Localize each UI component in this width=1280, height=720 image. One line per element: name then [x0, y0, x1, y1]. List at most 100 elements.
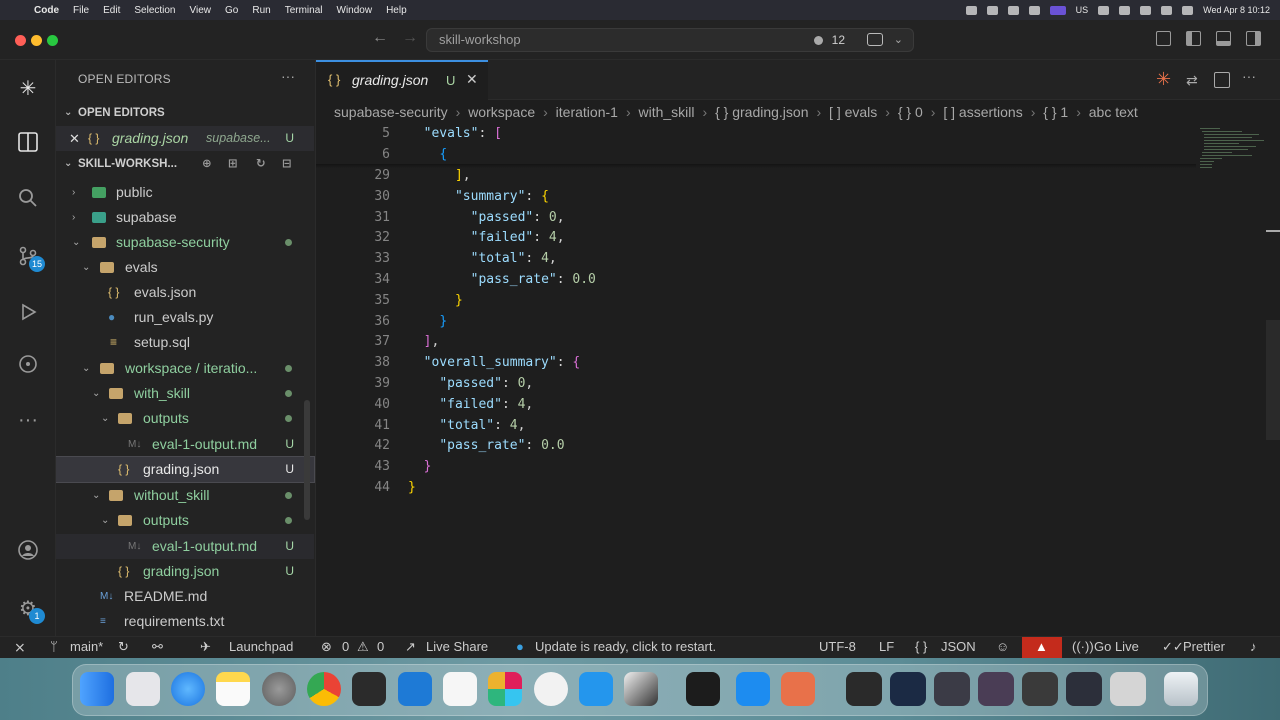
new-file-icon[interactable]: ⊕ [202, 153, 212, 175]
status-tray-icon[interactable] [986, 5, 998, 15]
open-editor-item[interactable]: ✕ { } grading.json supabase... U [56, 126, 314, 151]
close-icon[interactable]: ✕ [69, 126, 80, 151]
status-tray-icon[interactable] [1007, 5, 1019, 15]
system-settings-icon[interactable] [262, 672, 296, 706]
menu-view[interactable]: View [190, 5, 212, 16]
chevron-down-icon[interactable]: ⌄ [894, 29, 903, 51]
code-line[interactable]: "failed": 4, [408, 397, 533, 412]
update-notice[interactable]: Update is ready, click to restart. [535, 639, 716, 654]
vscode-icon[interactable] [398, 672, 432, 706]
tree-folder-public[interactable]: › public [56, 180, 314, 205]
live-share-button[interactable]: Live Share [426, 639, 488, 654]
recent-window-thumbnail[interactable] [978, 672, 1014, 706]
code-line[interactable]: ], [408, 168, 471, 183]
tree-file-evals-json[interactable]: { } evals.json [56, 280, 314, 305]
tree-file-grading-json-2[interactable]: { } grading.json U [56, 559, 314, 584]
breadcrumb-item[interactable]: { } grading.json [715, 104, 808, 120]
eol-selector[interactable]: LF [879, 639, 894, 654]
close-tab-icon[interactable]: ✕ [466, 71, 478, 88]
linear-icon[interactable] [624, 672, 658, 706]
menu-edit[interactable]: Edit [103, 5, 120, 16]
code-line[interactable]: "total": 4, [408, 418, 525, 433]
menu-window[interactable]: Window [337, 5, 373, 16]
menu-app[interactable]: Code [34, 5, 59, 16]
sync-icon[interactable]: ↻ [118, 639, 129, 655]
prettier-button[interactable]: Prettier [1183, 639, 1225, 654]
cursor-icon[interactable] [352, 672, 386, 706]
notifications-bell-icon[interactable]: ♪ [1250, 639, 1257, 654]
back-arrow-icon[interactable]: ← [372, 29, 388, 47]
launchpad-icon[interactable] [126, 672, 160, 706]
minimize-window-button[interactable] [31, 35, 42, 46]
wifi-icon[interactable] [1119, 5, 1131, 15]
tree-folder-outputs[interactable]: ⌄ outputs [56, 406, 314, 431]
input-source-indicator[interactable]: US [1076, 5, 1089, 15]
split-editor-icon[interactable] [1214, 72, 1230, 88]
screen-recording-icon[interactable] [1049, 5, 1066, 15]
tree-folder-without-skill[interactable]: ⌄ without_skill [56, 483, 314, 508]
refresh-icon[interactable]: ↻ [256, 153, 266, 175]
language-mode[interactable]: JSON [941, 639, 976, 654]
code-line[interactable]: } [408, 459, 432, 474]
siri-icon[interactable] [1182, 5, 1194, 15]
terminal-icon[interactable] [686, 672, 720, 706]
tree-file-grading-json[interactable]: { } grading.json U [56, 456, 315, 483]
error-count[interactable]: 0 [342, 639, 349, 654]
recent-window-thumbnail[interactable] [1022, 672, 1058, 706]
slack-icon[interactable] [488, 672, 522, 706]
breadcrumb-item[interactable]: abc text [1089, 104, 1138, 120]
breadcrumb-item[interactable]: [ ] evals [829, 104, 877, 120]
sidebar-scrollbar[interactable] [304, 400, 310, 520]
copilot-status-icon[interactable] [814, 36, 823, 45]
breadcrumb-item[interactable]: with_skill [639, 104, 695, 120]
collapse-all-icon[interactable]: ⊟ [282, 153, 292, 175]
recent-window-thumbnail[interactable] [934, 672, 970, 706]
code-line[interactable]: "total": 4, [408, 251, 557, 266]
control-center-icon[interactable] [1161, 5, 1173, 15]
claude-extension-icon[interactable]: ✳ [14, 74, 42, 102]
run-debug-icon[interactable] [14, 298, 42, 326]
menu-selection[interactable]: Selection [134, 5, 175, 16]
tree-file-eval-output[interactable]: M↓ eval-1-output.md U [56, 432, 314, 457]
menu-help[interactable]: Help [386, 5, 407, 16]
breadcrumb-item[interactable]: iteration-1 [556, 104, 618, 120]
code-line[interactable]: } [408, 480, 416, 495]
chat-icon[interactable] [867, 33, 883, 46]
code-line[interactable]: "failed": 4, [408, 230, 565, 245]
toggle-panel-icon[interactable] [1216, 31, 1231, 46]
notion-icon[interactable] [443, 672, 477, 706]
tree-file-setup-sql[interactable]: ≡ setup.sql [56, 330, 314, 355]
command-center-search[interactable]: skill-workshop 12 ⌄ [426, 28, 914, 52]
menu-file[interactable]: File [73, 5, 89, 16]
notes-icon[interactable] [216, 672, 250, 706]
spotlight-icon[interactable] [1140, 5, 1152, 15]
breadcrumb-item[interactable]: { } 0 [898, 104, 923, 120]
tree-file-requirements[interactable]: ≡ requirements.txt [56, 609, 314, 634]
code-line[interactable]: } [408, 293, 463, 308]
more-actions-icon[interactable]: ··· [1242, 68, 1258, 84]
code-line[interactable]: ], [408, 334, 440, 349]
workspace-section[interactable]: ⌄ SKILL-WORKSH... ⊕ ⊞ ↻ ⊟ [56, 153, 315, 175]
warning-count[interactable]: 0 [377, 639, 384, 654]
remote-indicator-icon[interactable]: ⨯ [14, 639, 26, 656]
launchpad-button[interactable]: Launchpad [229, 639, 293, 654]
tree-file-eval-output-2[interactable]: M↓ eval-1-output.md U [56, 534, 314, 559]
battery-icon[interactable] [1098, 5, 1110, 15]
accounts-icon[interactable] [14, 536, 42, 564]
status-tray-icon[interactable] [1028, 5, 1040, 15]
recent-window-thumbnail[interactable] [1110, 672, 1146, 706]
explorer-icon[interactable] [14, 128, 42, 156]
tab-grading-json[interactable]: { } grading.json U ✕ [316, 60, 488, 100]
safari-icon[interactable] [171, 672, 205, 706]
breadcrumb-item[interactable]: supabase-security [334, 104, 448, 120]
code-line[interactable]: "evals": [ [408, 126, 502, 141]
code-line[interactable]: { [408, 147, 447, 162]
menubar-clock[interactable]: Wed Apr 8 10:12 [1203, 5, 1270, 15]
code-line[interactable]: "summary": { [408, 189, 549, 204]
minimap[interactable] [1196, 126, 1266, 186]
code-line[interactable]: "passed": 0, [408, 210, 565, 225]
trash-icon[interactable] [1164, 672, 1198, 706]
toggle-secondary-sidebar-icon[interactable] [1246, 31, 1261, 46]
status-alert-button[interactable]: ▲ [1022, 637, 1062, 659]
code-line[interactable]: "pass_rate": 0.0 [408, 438, 564, 453]
